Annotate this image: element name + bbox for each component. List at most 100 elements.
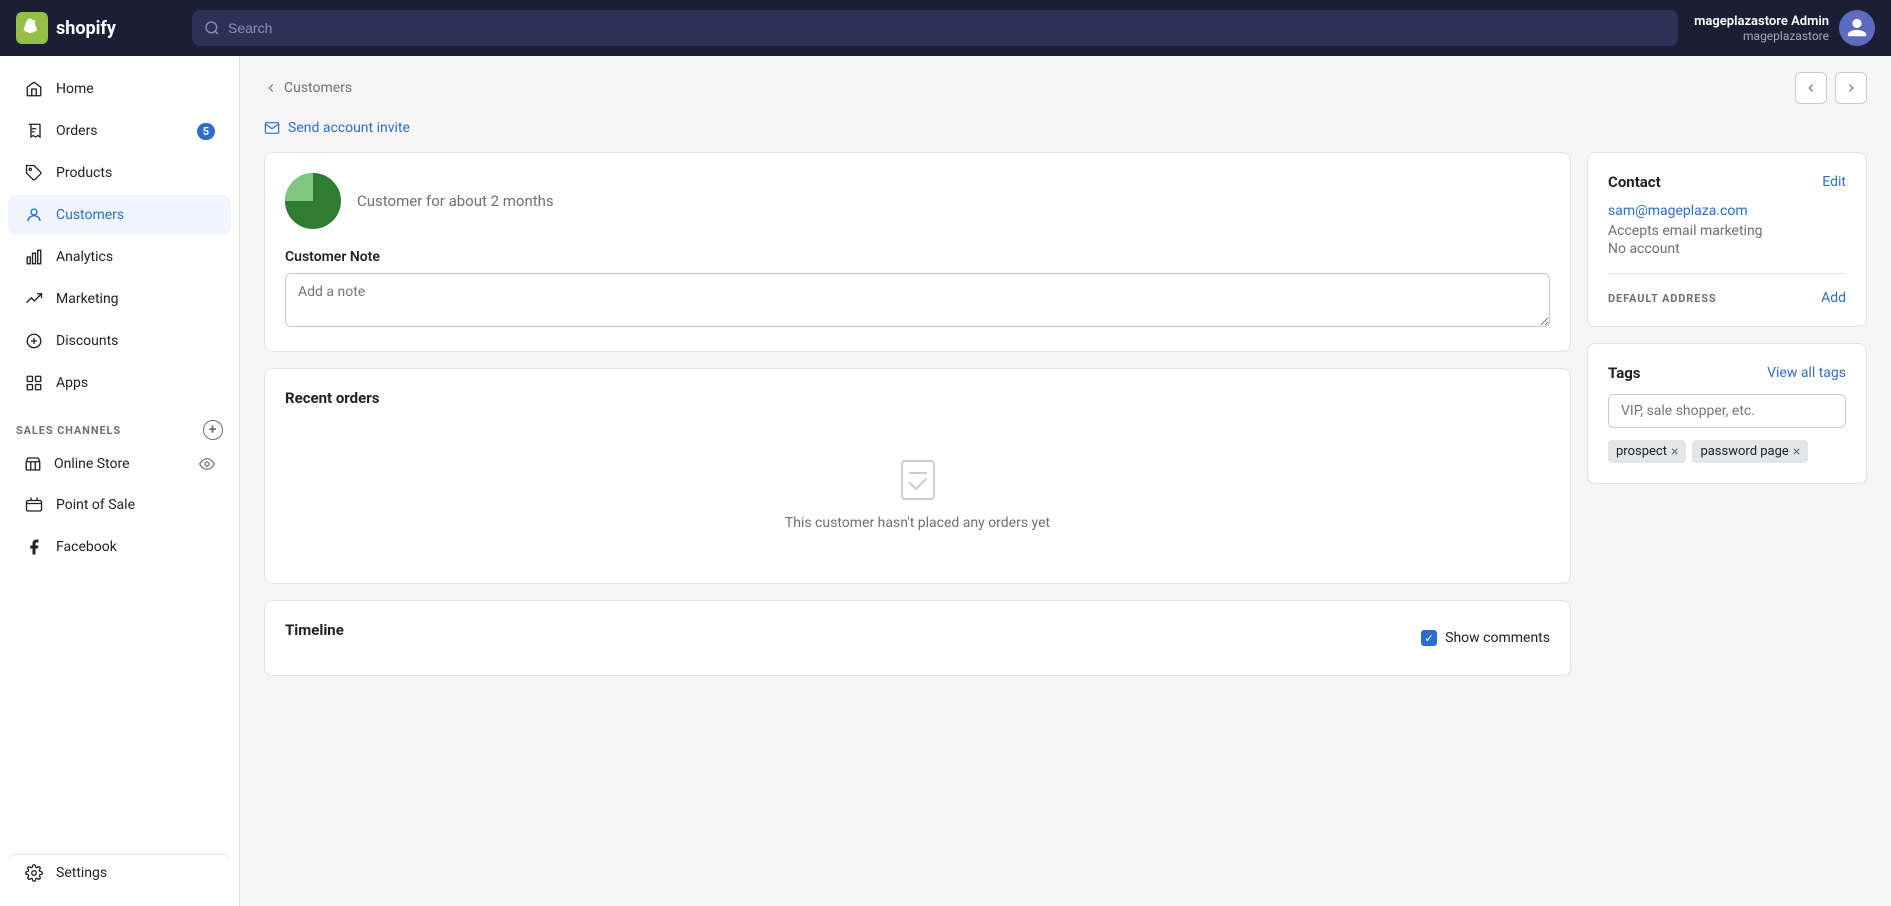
apps-icon <box>24 373 44 393</box>
contact-edit-button[interactable]: Edit <box>1822 174 1846 190</box>
eye-icon <box>199 456 215 472</box>
logo: shopify <box>16 12 176 44</box>
sidebar-item-apps[interactable]: Apps <box>8 363 231 403</box>
sidebar-item-products[interactable]: Products <box>8 153 231 193</box>
user-name: mageplazastore Admin <box>1694 14 1829 29</box>
sidebar-item-pos-label: Point of Sale <box>56 497 135 513</box>
send-invite-button[interactable]: Send account invite <box>240 112 1891 152</box>
orders-icon <box>24 121 44 141</box>
tag-prospect: prospect × <box>1608 440 1686 463</box>
sidebar-item-discounts[interactable]: Discounts <box>8 321 231 361</box>
sidebar-item-marketing[interactable]: Marketing <box>8 279 231 319</box>
add-sales-channel-icon[interactable]: + <box>203 420 223 440</box>
orders-badge: 5 <box>197 123 215 140</box>
content-top-bar: Customers <box>240 56 1891 112</box>
sidebar-item-home-label: Home <box>56 81 94 97</box>
home-icon <box>24 79 44 99</box>
sidebar-item-settings-label: Settings <box>56 865 107 881</box>
analytics-icon <box>24 247 44 267</box>
contact-header: Contact Edit <box>1608 173 1846 191</box>
customer-avatar <box>285 173 341 229</box>
shopify-logo-icon <box>16 12 48 44</box>
contact-title: Contact <box>1608 173 1661 191</box>
tag-password-page-label: password page <box>1700 444 1788 459</box>
breadcrumb[interactable]: Customers <box>264 80 352 96</box>
show-comments-toggle[interactable]: ✓ Show comments <box>1421 630 1550 646</box>
tag-password-page: password page × <box>1692 440 1808 463</box>
pos-icon <box>24 495 44 515</box>
discounts-icon <box>24 331 44 351</box>
sidebar-item-online-store[interactable]: Online Store <box>8 445 231 483</box>
sidebar-item-apps-label: Apps <box>56 375 88 391</box>
tags-card: Tags View all tags prospect × password p… <box>1587 343 1867 484</box>
store-icon <box>24 455 42 473</box>
show-comments-checkbox[interactable]: ✓ <box>1421 630 1437 646</box>
contact-email[interactable]: sam@mageplaza.com <box>1608 203 1846 219</box>
empty-orders-state: This customer hasn't placed any orders y… <box>285 423 1550 563</box>
tag-prospect-label: prospect <box>1616 444 1667 459</box>
chevron-left-icon <box>1804 81 1818 95</box>
customer-since-text: Customer for about 2 months <box>357 192 554 210</box>
main-layout: Home Orders 5 Products Customers A <box>0 56 1891 906</box>
customer-header: Customer for about 2 months <box>285 173 1550 229</box>
mail-icon <box>264 120 280 136</box>
customer-note-label: Customer Note <box>285 249 1550 265</box>
user-store: mageplazastore <box>1694 29 1829 43</box>
sidebar-item-marketing-label: Marketing <box>56 291 119 307</box>
tags-input[interactable] <box>1608 394 1846 428</box>
sidebar-item-facebook[interactable]: Facebook <box>8 527 231 567</box>
empty-orders-text: This customer hasn't placed any orders y… <box>785 515 1050 531</box>
contact-account-text: No account <box>1608 241 1846 257</box>
top-navigation: shopify mageplazastore Admin mageplazast… <box>0 0 1891 56</box>
content-columns: Customer for about 2 months Customer Not… <box>240 152 1891 906</box>
empty-orders-icon <box>894 455 942 503</box>
sidebar: Home Orders 5 Products Customers A <box>0 56 240 906</box>
search-bar[interactable] <box>192 10 1678 46</box>
sidebar-item-online-store-label: Online Store <box>54 456 130 472</box>
user-avatar[interactable] <box>1839 10 1875 46</box>
content-area: Customers Send account invite <box>240 56 1891 906</box>
send-invite-label: Send account invite <box>288 120 410 136</box>
show-comments-label: Show comments <box>1445 630 1550 646</box>
sidebar-item-customers[interactable]: Customers <box>8 195 231 235</box>
sidebar-item-orders-label: Orders <box>56 123 98 139</box>
back-chevron-icon <box>264 81 278 95</box>
sidebar-item-analytics-label: Analytics <box>56 249 113 265</box>
default-address-header: DEFAULT ADDRESS Add <box>1608 290 1846 306</box>
logo-text: shopify <box>56 18 116 39</box>
marketing-icon <box>24 289 44 309</box>
sidebar-item-home[interactable]: Home <box>8 69 231 109</box>
tags-list: prospect × password page × <box>1608 440 1846 463</box>
tags-title: Tags <box>1608 364 1641 382</box>
search-input[interactable] <box>228 20 1666 36</box>
user-info: mageplazastore Admin mageplazastore <box>1694 14 1829 43</box>
customer-header-card: Customer for about 2 months Customer Not… <box>264 152 1571 352</box>
default-address-title: DEFAULT ADDRESS <box>1608 292 1717 305</box>
sidebar-item-settings[interactable]: Settings <box>8 854 231 893</box>
right-column: Contact Edit sam@mageplaza.com Accepts e… <box>1587 152 1867 882</box>
sales-channels-label: SALES CHANNELS + <box>0 404 239 444</box>
view-all-tags-button[interactable]: View all tags <box>1767 365 1846 381</box>
sidebar-item-point-of-sale[interactable]: Point of Sale <box>8 485 231 525</box>
nav-next-button[interactable] <box>1835 72 1867 104</box>
nav-prev-button[interactable] <box>1795 72 1827 104</box>
timeline-title: Timeline <box>285 621 344 639</box>
recent-orders-card: Recent orders This customer hasn't place… <box>264 368 1571 584</box>
user-section: mageplazastore Admin mageplazastore <box>1694 10 1875 46</box>
recent-orders-title: Recent orders <box>285 389 1550 407</box>
nav-arrows <box>1795 72 1867 104</box>
sidebar-item-orders[interactable]: Orders 5 <box>8 111 231 151</box>
sidebar-item-analytics[interactable]: Analytics <box>8 237 231 277</box>
search-icon <box>204 20 220 36</box>
contact-marketing-text: Accepts email marketing <box>1608 223 1846 239</box>
customer-note-input[interactable] <box>285 273 1550 327</box>
add-address-button[interactable]: Add <box>1821 290 1846 306</box>
sidebar-item-products-label: Products <box>56 165 112 181</box>
tag-prospect-remove[interactable]: × <box>1671 445 1678 459</box>
tags-header: Tags View all tags <box>1608 364 1846 382</box>
settings-icon <box>24 863 44 883</box>
customers-icon <box>24 205 44 225</box>
products-icon <box>24 163 44 183</box>
contact-card: Contact Edit sam@mageplaza.com Accepts e… <box>1587 152 1867 327</box>
tag-password-page-remove[interactable]: × <box>1793 445 1800 459</box>
